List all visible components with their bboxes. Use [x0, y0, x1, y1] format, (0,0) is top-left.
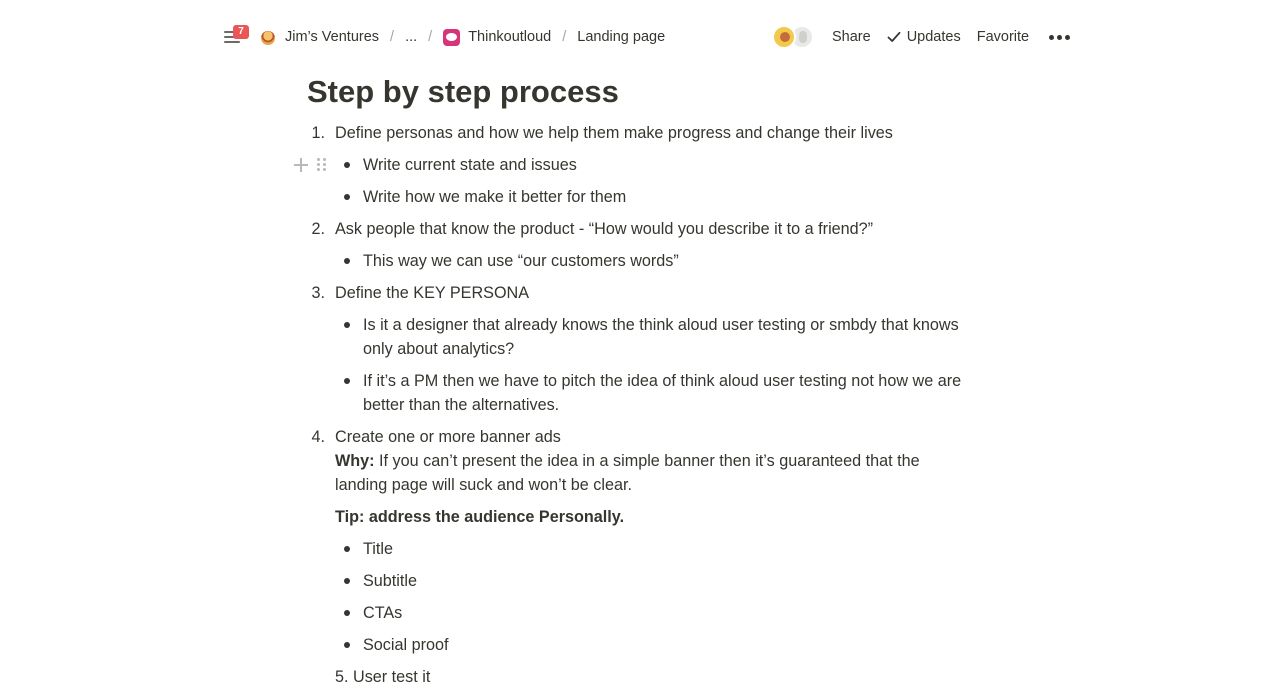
breadcrumb-workspace[interactable]: Jim’s Ventures — [258, 29, 381, 46]
bullet-text: If it’s a PM then we have to pitch the i… — [363, 372, 962, 390]
bullet-dot — [344, 610, 350, 616]
bullet-dot — [344, 642, 350, 648]
bullet-dot — [344, 162, 350, 168]
bullet-dot — [344, 378, 350, 384]
drag-dot — [317, 163, 320, 166]
list-number: 2. — [311, 220, 325, 238]
why-text: If you can’t present the idea in a simpl… — [374, 452, 920, 470]
drag-dot — [317, 158, 320, 161]
breadcrumb-label: Thinkoutloud — [468, 29, 552, 45]
breadcrumb-landing-page[interactable]: Landing page — [575, 29, 667, 45]
bullet-text: better than the alternatives. — [363, 396, 560, 414]
breadcrumb-label: Landing page — [577, 29, 666, 45]
breadcrumb-collapsed[interactable]: ... — [403, 29, 419, 45]
bullet-text: Title — [363, 540, 393, 558]
bullet-text: Write how we make it better for them — [363, 188, 627, 206]
more-options-icon[interactable] — [1047, 31, 1072, 44]
breadcrumb-separator: / — [428, 29, 433, 45]
list-number: 3. — [311, 284, 325, 302]
bullet-text: This way we can use “our customers words… — [363, 252, 679, 270]
why-text: landing page will suck and won’t be clea… — [335, 476, 632, 494]
breadcrumb-label: Jim’s Ventures — [285, 29, 380, 45]
check-icon — [887, 31, 901, 42]
page-title[interactable]: Step by step process — [307, 72, 619, 112]
drag-dot — [323, 158, 326, 161]
tip-text: Tip: address the audience Personally. — [335, 508, 625, 526]
top-bar: 7 Jim’s Ventures / ... / Thinkoutloud / … — [0, 0, 1286, 74]
bullet-text: Write current state and issues — [363, 156, 577, 174]
page-actions: Share Updates Favorite — [772, 24, 1072, 50]
bullet-text: Social proof — [363, 636, 449, 654]
bullet-dot — [344, 578, 350, 584]
bullet-dot — [344, 546, 350, 552]
step-5-text: 5. User test it — [335, 668, 431, 686]
list-item-text: Define personas and how we help them mak… — [335, 124, 893, 142]
list-item-text: Ask people that know the product - “How … — [335, 220, 874, 238]
burger-emoji-shape — [261, 30, 275, 45]
breadcrumb-separator: / — [562, 29, 567, 45]
list-item-text: Create one or more banner ads — [335, 428, 561, 446]
drag-dot — [323, 163, 326, 166]
drag-dot — [323, 168, 326, 171]
share-button[interactable]: Share — [832, 29, 871, 45]
drag-handle-icon[interactable] — [317, 158, 327, 172]
more-dot — [1049, 34, 1055, 40]
why-line-1: Why: If you can’t present the idea in a … — [335, 449, 920, 473]
updates-label: Updates — [906, 29, 961, 45]
breadcrumb-thinkoutloud[interactable]: Thinkoutloud — [441, 28, 553, 46]
list-item-text: Define the KEY PERSONA — [335, 284, 530, 302]
breadcrumb-label: ... — [405, 29, 418, 45]
bullet-text: Subtitle — [363, 572, 417, 590]
plus-icon[interactable] — [293, 157, 309, 173]
avatar[interactable] — [772, 25, 796, 49]
why-label: Why: — [335, 452, 375, 470]
speech-bubble-icon — [443, 28, 461, 46]
menu-icon-bar — [224, 41, 240, 43]
bullet-text: only about analytics? — [363, 340, 515, 358]
bullet-dot — [344, 322, 350, 328]
breadcrumb-separator: / — [390, 29, 395, 45]
block-handles — [293, 156, 333, 176]
burger-emoji-icon — [260, 29, 277, 46]
notification-badge: 7 — [233, 25, 249, 39]
updates-button[interactable]: Updates — [887, 29, 961, 45]
bullet-text: Is it a designer that already knows the … — [363, 316, 959, 334]
more-dot — [1065, 34, 1071, 40]
bullet-text: CTAs — [363, 604, 403, 622]
drag-dot — [317, 168, 320, 171]
more-dot — [1057, 34, 1063, 40]
list-number: 1. — [311, 124, 325, 142]
bullet-dot — [344, 258, 350, 264]
list-number: 4. — [311, 428, 325, 446]
bullet-dot — [344, 194, 350, 200]
favorite-button[interactable]: Favorite — [977, 29, 1029, 45]
breadcrumb: Jim’s Ventures / ... / Thinkoutloud / La… — [258, 26, 667, 48]
